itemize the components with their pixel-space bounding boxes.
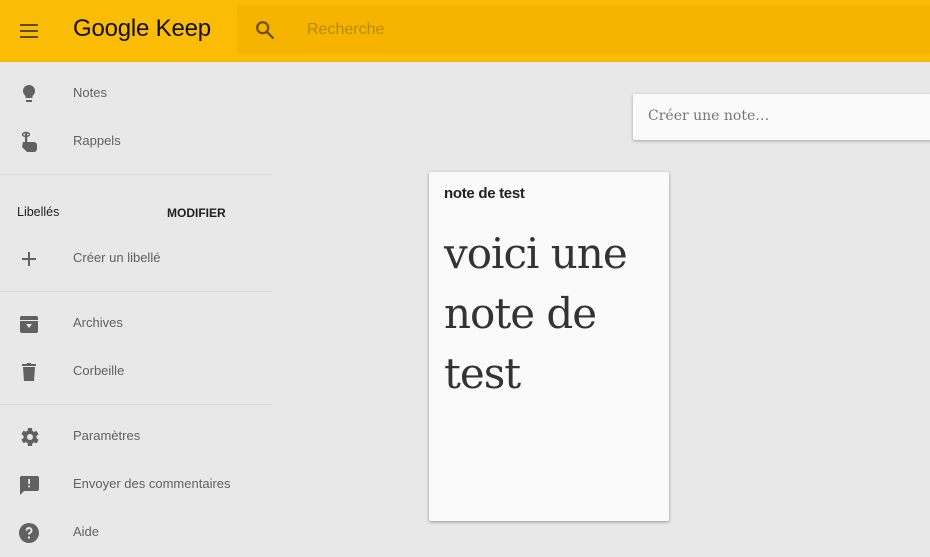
divider [0, 174, 272, 175]
create-note-input[interactable]: Créer une note… [633, 94, 930, 140]
modify-labels-button[interactable]: MODIFIER [167, 206, 226, 220]
search-bar[interactable] [237, 6, 930, 54]
sidebar-item-label: Notes [73, 85, 107, 100]
search-icon[interactable] [254, 19, 276, 41]
sidebar-item-settings[interactable]: Paramètres [0, 413, 272, 461]
hamburger-icon [20, 24, 38, 26]
trash-icon [17, 360, 41, 384]
note-title: note de test [444, 185, 525, 202]
search-input[interactable] [307, 18, 907, 42]
reminder-finger-icon [17, 130, 41, 154]
app-logo[interactable]: Google Keep [73, 15, 211, 43]
sidebar-item-archives[interactable]: Archives [0, 300, 272, 348]
sidebar-item-label: Envoyer des commentaires [73, 476, 231, 491]
note-card[interactable]: note de test voici une note de test [429, 172, 669, 521]
create-label-button[interactable]: Créer un libellé [0, 235, 272, 283]
create-note-placeholder: Créer une note… [648, 108, 770, 124]
divider [0, 404, 272, 405]
app-header: Google Keep [0, 0, 930, 62]
sidebar-item-reminders[interactable]: Rappels [0, 118, 272, 166]
feedback-icon [17, 473, 41, 497]
sidebar: Notes Rappels Libellés MODIFIER Créer un… [0, 62, 272, 543]
gear-icon [17, 425, 41, 449]
archive-icon [17, 312, 41, 336]
sidebar-item-label: Corbeille [73, 363, 125, 378]
sidebar-item-feedback[interactable]: Envoyer des commentaires [0, 461, 272, 509]
plus-icon [17, 247, 41, 271]
note-body: voici une note de test [444, 229, 628, 398]
hamburger-icon-bar [20, 30, 38, 32]
hamburger-icon-bar [20, 36, 38, 38]
main-menu-button[interactable] [17, 19, 41, 43]
divider [0, 291, 272, 292]
sidebar-item-label: Rappels [73, 133, 121, 148]
sidebar-item-notes[interactable]: Notes [0, 70, 272, 118]
sidebar-item-label: Archives [73, 315, 123, 330]
sidebar-item-label: Paramètres [73, 428, 141, 443]
help-icon [17, 521, 41, 545]
lightbulb-icon [17, 82, 41, 106]
sidebar-item-trash[interactable]: Corbeille [0, 348, 272, 396]
labels-heading: Libellés [17, 205, 60, 219]
sidebar-item-help[interactable]: Aide [0, 509, 272, 557]
sidebar-item-label: Créer un libellé [73, 250, 161, 265]
